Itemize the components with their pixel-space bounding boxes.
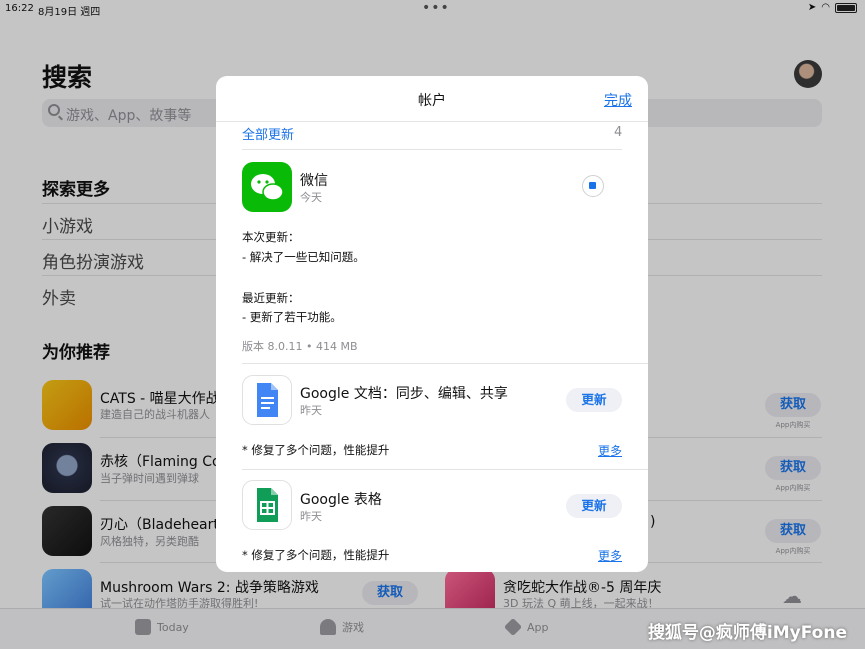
release-notes-title: 本次更新： [242, 230, 300, 244]
modal-title: 帐户 [418, 93, 446, 109]
recent-notes-item: - 更新了若干功能。 [242, 310, 342, 324]
update-button-google-docs[interactable]: 更新 [566, 388, 622, 412]
wechat-icon [251, 174, 284, 201]
recent-notes-title: 最近更新： [242, 291, 300, 305]
more-link-google-sheets[interactable]: 更多 [598, 547, 622, 564]
more-link-google-docs[interactable]: 更多 [598, 442, 622, 459]
account-modal: 帐户 完成 全部更新 4 微信 今天 本次更新： - 解决了一些已知问题。 最近… [216, 76, 648, 572]
divider [242, 469, 648, 470]
google-docs-date: 昨天 [300, 404, 322, 417]
watermark: 搜狐号@疯师傅iMyFone [647, 623, 847, 643]
google-docs-app-icon[interactable] [242, 375, 292, 425]
update-all-button[interactable]: 全部更新 [242, 124, 294, 143]
divider [242, 363, 648, 364]
done-button[interactable]: 完成 [604, 90, 632, 110]
divider [242, 149, 622, 150]
sheets-icon [257, 488, 278, 522]
update-button-google-sheets[interactable]: 更新 [566, 494, 622, 518]
google-docs-name[interactable]: Google 文档：同步、编辑、共享 [300, 383, 508, 403]
google-sheets-notes: * 修复了多个问题，性能提升 [242, 548, 390, 562]
wechat-date: 今天 [300, 191, 322, 204]
google-sheets-date: 昨天 [300, 510, 322, 523]
google-docs-notes: * 修复了多个问题，性能提升 [242, 443, 390, 457]
google-sheets-app-icon[interactable] [242, 480, 292, 530]
wechat-app-icon[interactable] [242, 162, 292, 212]
download-progress-stop-button[interactable] [582, 175, 604, 197]
release-notes-item: - 解决了一些已知问题。 [242, 250, 365, 264]
wechat-name[interactable]: 微信 [300, 170, 328, 190]
docs-icon [257, 383, 278, 417]
update-count: 4 [614, 125, 623, 140]
version-info: 版本 8.0.11 • 414 MB [242, 340, 358, 353]
google-sheets-name[interactable]: Google 表格 [300, 489, 382, 509]
